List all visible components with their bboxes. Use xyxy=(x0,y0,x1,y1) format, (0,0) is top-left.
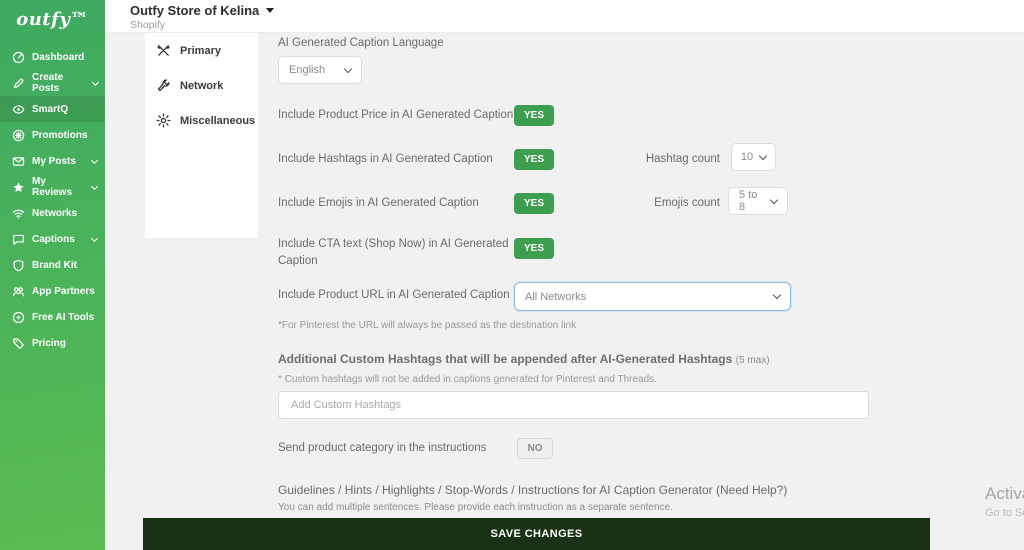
app-window: outfy™ Dashboard Create Posts SmartQ Promot… xyxy=(0,0,1024,550)
custom-hashtags-note: * Custom hashtags will not be added in c… xyxy=(278,374,657,385)
settings-subnav: Primary Network Miscellaneous xyxy=(145,33,258,238)
custom-hashtags-input[interactable] xyxy=(278,391,869,419)
free-ai-tools-icon xyxy=(12,311,25,324)
emojis-count-value: 5 to 8 xyxy=(739,189,758,213)
language-select-value: English xyxy=(289,64,326,76)
top-header: Outfy Store of Kelina Shopify xyxy=(105,0,1024,33)
save-changes-button[interactable]: SAVE CHANGES xyxy=(143,518,930,550)
emojis-toggle[interactable]: YES xyxy=(514,193,554,214)
guidelines-note: You can add multiple sentences. Please p… xyxy=(278,502,673,513)
activate-windows-watermark: Activa Go to Se xyxy=(985,484,1024,519)
sidebar-item-networks[interactable]: Networks xyxy=(0,200,105,226)
sidebar-item-captions[interactable]: Captions xyxy=(0,226,105,252)
cta-text-toggle[interactable]: YES xyxy=(514,238,554,259)
sidebar-item-promotions[interactable]: Promotions xyxy=(0,122,105,148)
chevron-down-icon xyxy=(772,290,782,300)
sidebar-item-label: SmartQ xyxy=(32,103,69,115)
sidebar-item-label: Dashboard xyxy=(32,51,85,63)
product-url-label: Include Product URL in AI Generated Capt… xyxy=(278,289,510,301)
custom-hashtags-max-note: (5 max) xyxy=(735,355,770,366)
product-category-toggle[interactable]: NO xyxy=(517,438,553,459)
store-switcher[interactable]: Outfy Store of Kelina Shopify xyxy=(105,0,1024,31)
product-url-network-value: All Networks xyxy=(525,290,587,303)
cta-text-label: Include CTA text (Shop Now) in AI Genera… xyxy=(278,238,509,267)
settings-tab-label: Primary xyxy=(180,44,221,57)
sidebar-item-label: Pricing xyxy=(32,337,66,349)
pinterest-note: *For Pinterest the URL will always be pa… xyxy=(278,320,577,331)
product-category-label: Send product category in the instruction… xyxy=(278,442,487,454)
sidebar-item-label: Networks xyxy=(32,207,78,219)
language-label: AI Generated Caption Language xyxy=(278,37,444,49)
chevron-down-icon xyxy=(91,182,99,190)
settings-tab-label: Network xyxy=(180,79,224,92)
sidebar-nav: Dashboard Create Posts SmartQ Promotions My … xyxy=(0,44,105,356)
language-select[interactable]: English xyxy=(278,56,362,84)
hashtag-count-select[interactable]: 10 xyxy=(731,143,776,171)
app-partners-icon xyxy=(12,285,25,298)
store-name: Outfy Store of Kelina xyxy=(130,3,260,18)
emojis-count-select[interactable]: 5 to 8 xyxy=(728,187,788,215)
chevron-down-icon xyxy=(769,195,779,204)
sidebar-item-label: Captions xyxy=(32,233,75,245)
sidebar-item-dashboard[interactable]: Dashboard xyxy=(0,44,105,70)
chevron-down-icon xyxy=(90,156,99,164)
sidebar-item-free-ai-tools[interactable]: Free AI Tools xyxy=(0,304,105,330)
sidebar-item-my-reviews[interactable]: My Reviews xyxy=(0,174,105,200)
hashtag-count-value: 10 xyxy=(740,151,754,163)
emojis-count-label: Emojis count xyxy=(654,197,720,209)
chevron-down-icon xyxy=(758,151,768,160)
watermark-line1: Activa xyxy=(985,484,1024,503)
sidebar-item-label: App Partners xyxy=(32,285,95,297)
sidebar-item-create-posts[interactable]: Create Posts xyxy=(0,70,105,96)
smartq-icon xyxy=(12,103,25,116)
sidebar-item-smartq[interactable]: SmartQ xyxy=(0,96,105,122)
chevron-down-icon xyxy=(91,78,99,86)
store-dropdown-caret-icon[interactable] xyxy=(266,8,275,13)
sidebar-item-app-partners[interactable]: App Partners xyxy=(0,278,105,304)
tools-icon xyxy=(156,43,171,58)
my-posts-icon xyxy=(12,155,25,168)
sidebar-item-label: My Posts xyxy=(32,155,76,167)
wrench-icon xyxy=(156,78,171,93)
hashtags-label: Include Hashtags in AI Generated Caption xyxy=(278,153,493,165)
sidebar-item-my-posts[interactable]: My Posts xyxy=(0,148,105,174)
caption-settings-panel: AI Generated Caption Language English In… xyxy=(278,33,938,550)
hashtags-toggle[interactable]: YES xyxy=(514,149,554,170)
settings-tab-network[interactable]: Network xyxy=(145,68,258,103)
outfy-logo[interactable]: outfy™ xyxy=(0,0,105,38)
networks-icon xyxy=(12,207,25,220)
guidelines-heading: Guidelines / Hints / Highlights / Stop-W… xyxy=(278,483,788,497)
promotions-icon xyxy=(12,129,25,142)
sidebar-item-pricing[interactable]: Pricing xyxy=(0,330,105,356)
watermark-line2: Go to Se xyxy=(985,507,1024,519)
chevron-down-icon xyxy=(343,64,353,73)
product-price-toggle[interactable]: YES xyxy=(514,105,554,126)
sidebar-item-label: Promotions xyxy=(32,129,88,141)
settings-tab-miscellaneous[interactable]: Miscellaneous xyxy=(145,103,258,138)
settings-tab-primary[interactable]: Primary xyxy=(145,33,258,68)
hashtag-count-label: Hashtag count xyxy=(645,153,720,165)
sidebar-item-label: Create Posts xyxy=(32,72,64,94)
sidebar-item-brand-kit[interactable]: Brand Kit xyxy=(0,252,105,278)
sidebar-item-label: My Reviews xyxy=(32,176,73,198)
store-platform: Shopify xyxy=(130,19,166,31)
product-price-label: Include Product Price in AI Generated Ca… xyxy=(278,109,514,121)
emojis-label: Include Emojis in AI Generated Caption xyxy=(278,197,479,209)
captions-icon xyxy=(12,233,25,246)
custom-hashtags-heading: Additional Custom Hashtags that will be … xyxy=(278,352,770,366)
custom-hashtags-heading-text: Additional Custom Hashtags that will be … xyxy=(278,352,733,366)
my-reviews-icon xyxy=(12,181,25,194)
sidebar: outfy™ Dashboard Create Posts SmartQ Promot… xyxy=(0,0,105,550)
chevron-down-icon xyxy=(90,234,99,242)
dashboard-icon xyxy=(12,51,25,64)
gear-icon xyxy=(156,113,171,128)
brand-kit-icon xyxy=(12,259,25,272)
sidebar-item-label: Free AI Tools xyxy=(32,311,95,323)
settings-tab-label: Miscellaneous xyxy=(180,114,256,127)
create-posts-icon xyxy=(12,77,25,90)
pricing-icon xyxy=(12,337,25,350)
sidebar-item-label: Brand Kit xyxy=(32,259,77,271)
product-url-network-select[interactable]: All Networks xyxy=(514,282,791,311)
